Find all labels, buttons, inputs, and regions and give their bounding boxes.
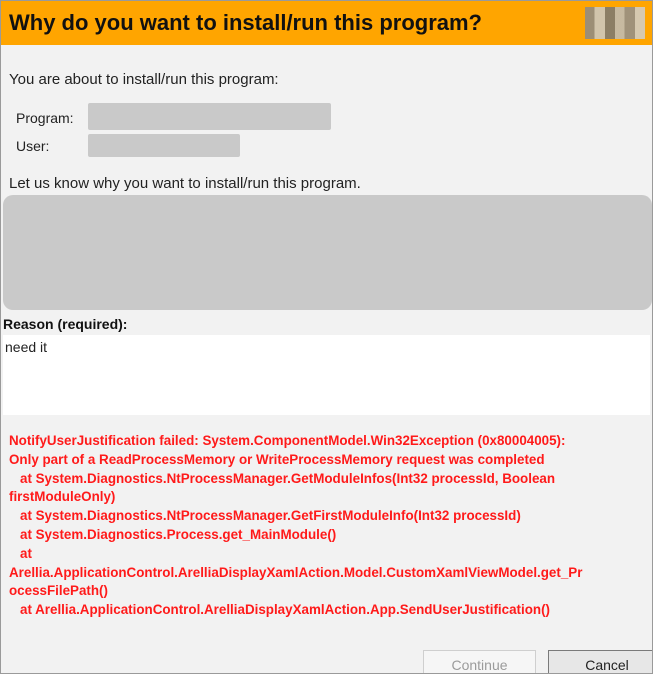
reason-label: Reason (required): bbox=[3, 316, 128, 332]
justification-prompt: Let us know why you want to install/run … bbox=[9, 175, 361, 192]
user-value-redacted bbox=[88, 134, 240, 157]
program-label: Program: bbox=[16, 110, 74, 126]
program-value-redacted bbox=[88, 103, 331, 130]
user-label: User: bbox=[16, 138, 50, 154]
title-bar: Why do you want to install/run this prog… bbox=[1, 1, 652, 45]
error-message: NotifyUserJustification failed: System.C… bbox=[9, 432, 649, 620]
install-justification-dialog: Why do you want to install/run this prog… bbox=[0, 0, 653, 674]
continue-button[interactable]: Continue bbox=[423, 650, 536, 673]
error-line: at Arellia.ApplicationControl.ArelliaDis… bbox=[20, 602, 551, 618]
error-line: NotifyUserJustification failed: System.C… bbox=[9, 433, 566, 448]
error-line: at System.Diagnostics.NtProcessManager.G… bbox=[20, 470, 556, 486]
pixelated-logo bbox=[585, 7, 645, 39]
error-line: at System.Diagnostics.Process.get_MainMo… bbox=[20, 526, 337, 542]
error-line: Arellia.ApplicationControl.ArelliaDispla… bbox=[9, 564, 583, 580]
description-redacted bbox=[3, 195, 652, 310]
cancel-button[interactable]: Cancel bbox=[548, 650, 652, 673]
dialog-title: Why do you want to install/run this prog… bbox=[9, 10, 482, 35]
intro-text: You are about to install/run this progra… bbox=[9, 71, 279, 88]
error-line: firstModuleOnly) bbox=[9, 489, 116, 505]
error-line: Only part of a ReadProcessMemory or Writ… bbox=[9, 451, 545, 467]
error-line: at System.Diagnostics.NtProcessManager.G… bbox=[20, 508, 521, 524]
error-line: at bbox=[20, 545, 32, 561]
error-line: ocessFilePath() bbox=[9, 583, 108, 599]
reason-input[interactable]: need it bbox=[3, 335, 650, 415]
